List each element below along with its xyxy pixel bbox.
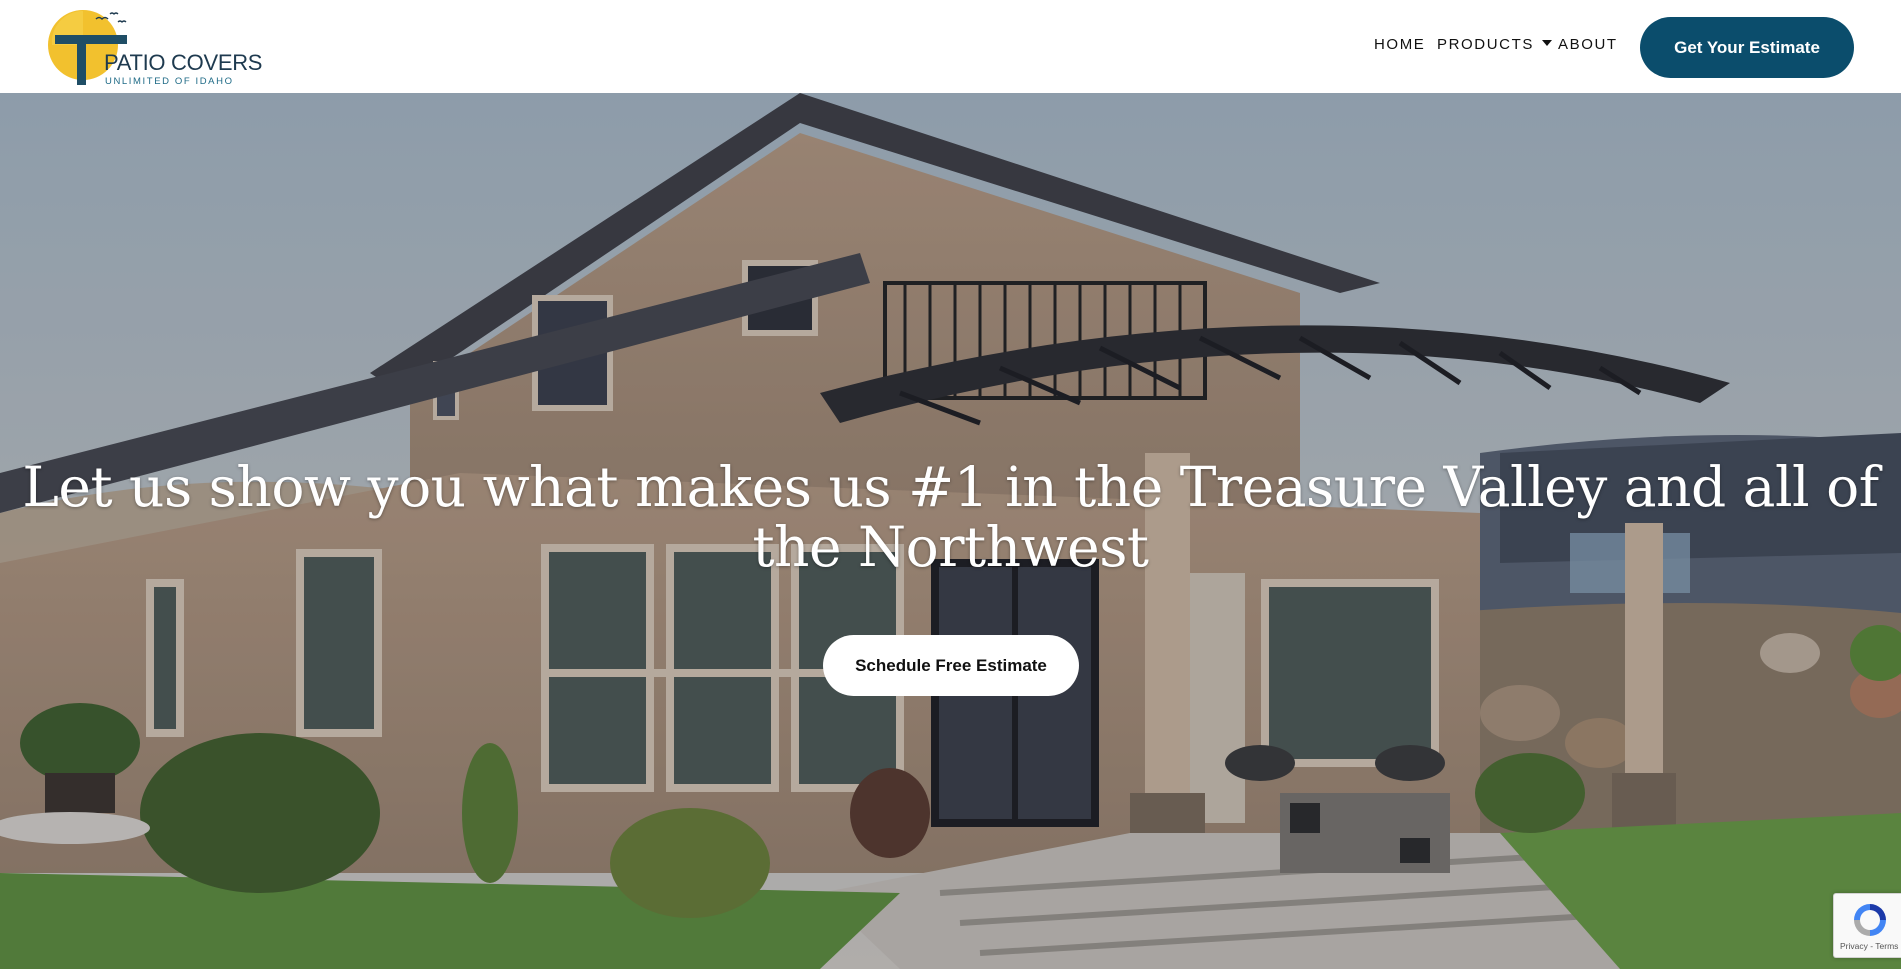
nav-home[interactable]: HOME bbox=[1374, 36, 1425, 53]
logo-title: PATIO COVERS bbox=[104, 50, 263, 75]
hero-section: Let us show you what makes us #1 in the … bbox=[0, 93, 1901, 969]
nav-about-label: ABOUT bbox=[1558, 36, 1618, 53]
caret-down-icon bbox=[1541, 40, 1552, 47]
schedule-free-estimate-button[interactable]: Schedule Free Estimate bbox=[823, 635, 1079, 696]
nav-products[interactable]: PRODUCTS bbox=[1437, 36, 1552, 53]
hero-heading: Let us show you what makes us #1 in the … bbox=[22, 455, 1879, 579]
nav-home-label: HOME bbox=[1374, 36, 1426, 53]
recaptcha-badge[interactable]: Privacy - Terms bbox=[1833, 893, 1901, 958]
get-estimate-button[interactable]: Get Your Estimate bbox=[1640, 17, 1854, 78]
site-header: PATIO COVERS UNLIMITED OF IDAHO HOME PRO… bbox=[0, 0, 1901, 93]
recaptcha-links[interactable]: Privacy - Terms bbox=[1840, 941, 1898, 951]
nav-about[interactable]: ABOUT bbox=[1558, 36, 1618, 53]
site-logo[interactable]: PATIO COVERS UNLIMITED OF IDAHO bbox=[46, 5, 262, 89]
nav-products-label: PRODUCTS bbox=[1437, 36, 1534, 53]
recaptcha-icon bbox=[1854, 904, 1886, 936]
logo-subtitle: UNLIMITED OF IDAHO bbox=[105, 76, 234, 87]
